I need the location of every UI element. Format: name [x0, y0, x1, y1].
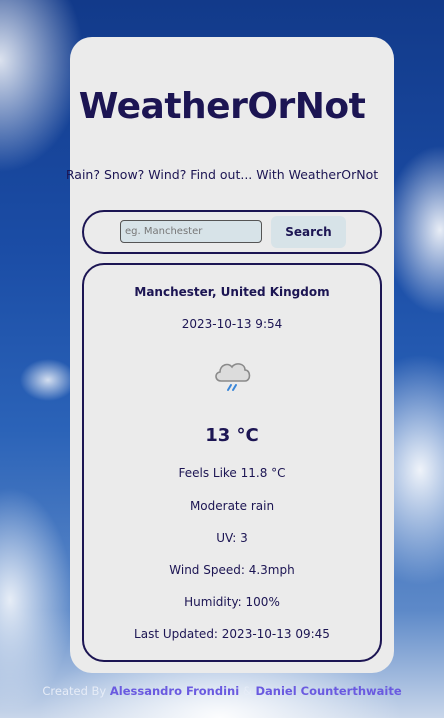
- last-updated: Last Updated: 2023-10-13 09:45: [134, 627, 330, 641]
- footer-separator: &: [242, 684, 252, 698]
- footer-prefix: Created By: [42, 684, 107, 698]
- local-time: 2023-10-13 9:54: [181, 317, 283, 331]
- wind-speed: Wind Speed: 4.3mph: [169, 563, 295, 577]
- temperature: 13 °C: [205, 425, 259, 446]
- search-bar: Search: [82, 210, 382, 254]
- uv-index: UV: 3: [216, 531, 248, 545]
- search-button[interactable]: Search: [271, 216, 346, 248]
- weather-result-card: Manchester, United Kingdom 2023-10-13 9:…: [82, 263, 382, 662]
- humidity: Humidity: 100%: [184, 595, 280, 609]
- weather-condition: Moderate rain: [189, 499, 275, 513]
- footer-credits: Created By Alessandro Frondini & Daniel …: [0, 684, 444, 698]
- app-title: WeatherOrNot: [78, 86, 366, 127]
- cloud-rain-icon: [212, 357, 252, 395]
- feels-like: Feels Like 11.8 °C: [178, 466, 286, 480]
- search-input[interactable]: [120, 220, 262, 243]
- author-link-alessandro[interactable]: Alessandro Frondini: [110, 684, 239, 698]
- location-label: Manchester, United Kingdom: [134, 285, 330, 299]
- author-link-daniel[interactable]: Daniel Counterthwaite: [255, 684, 401, 698]
- app-tagline: Rain? Snow? Wind? Find out... With Weath…: [65, 167, 379, 182]
